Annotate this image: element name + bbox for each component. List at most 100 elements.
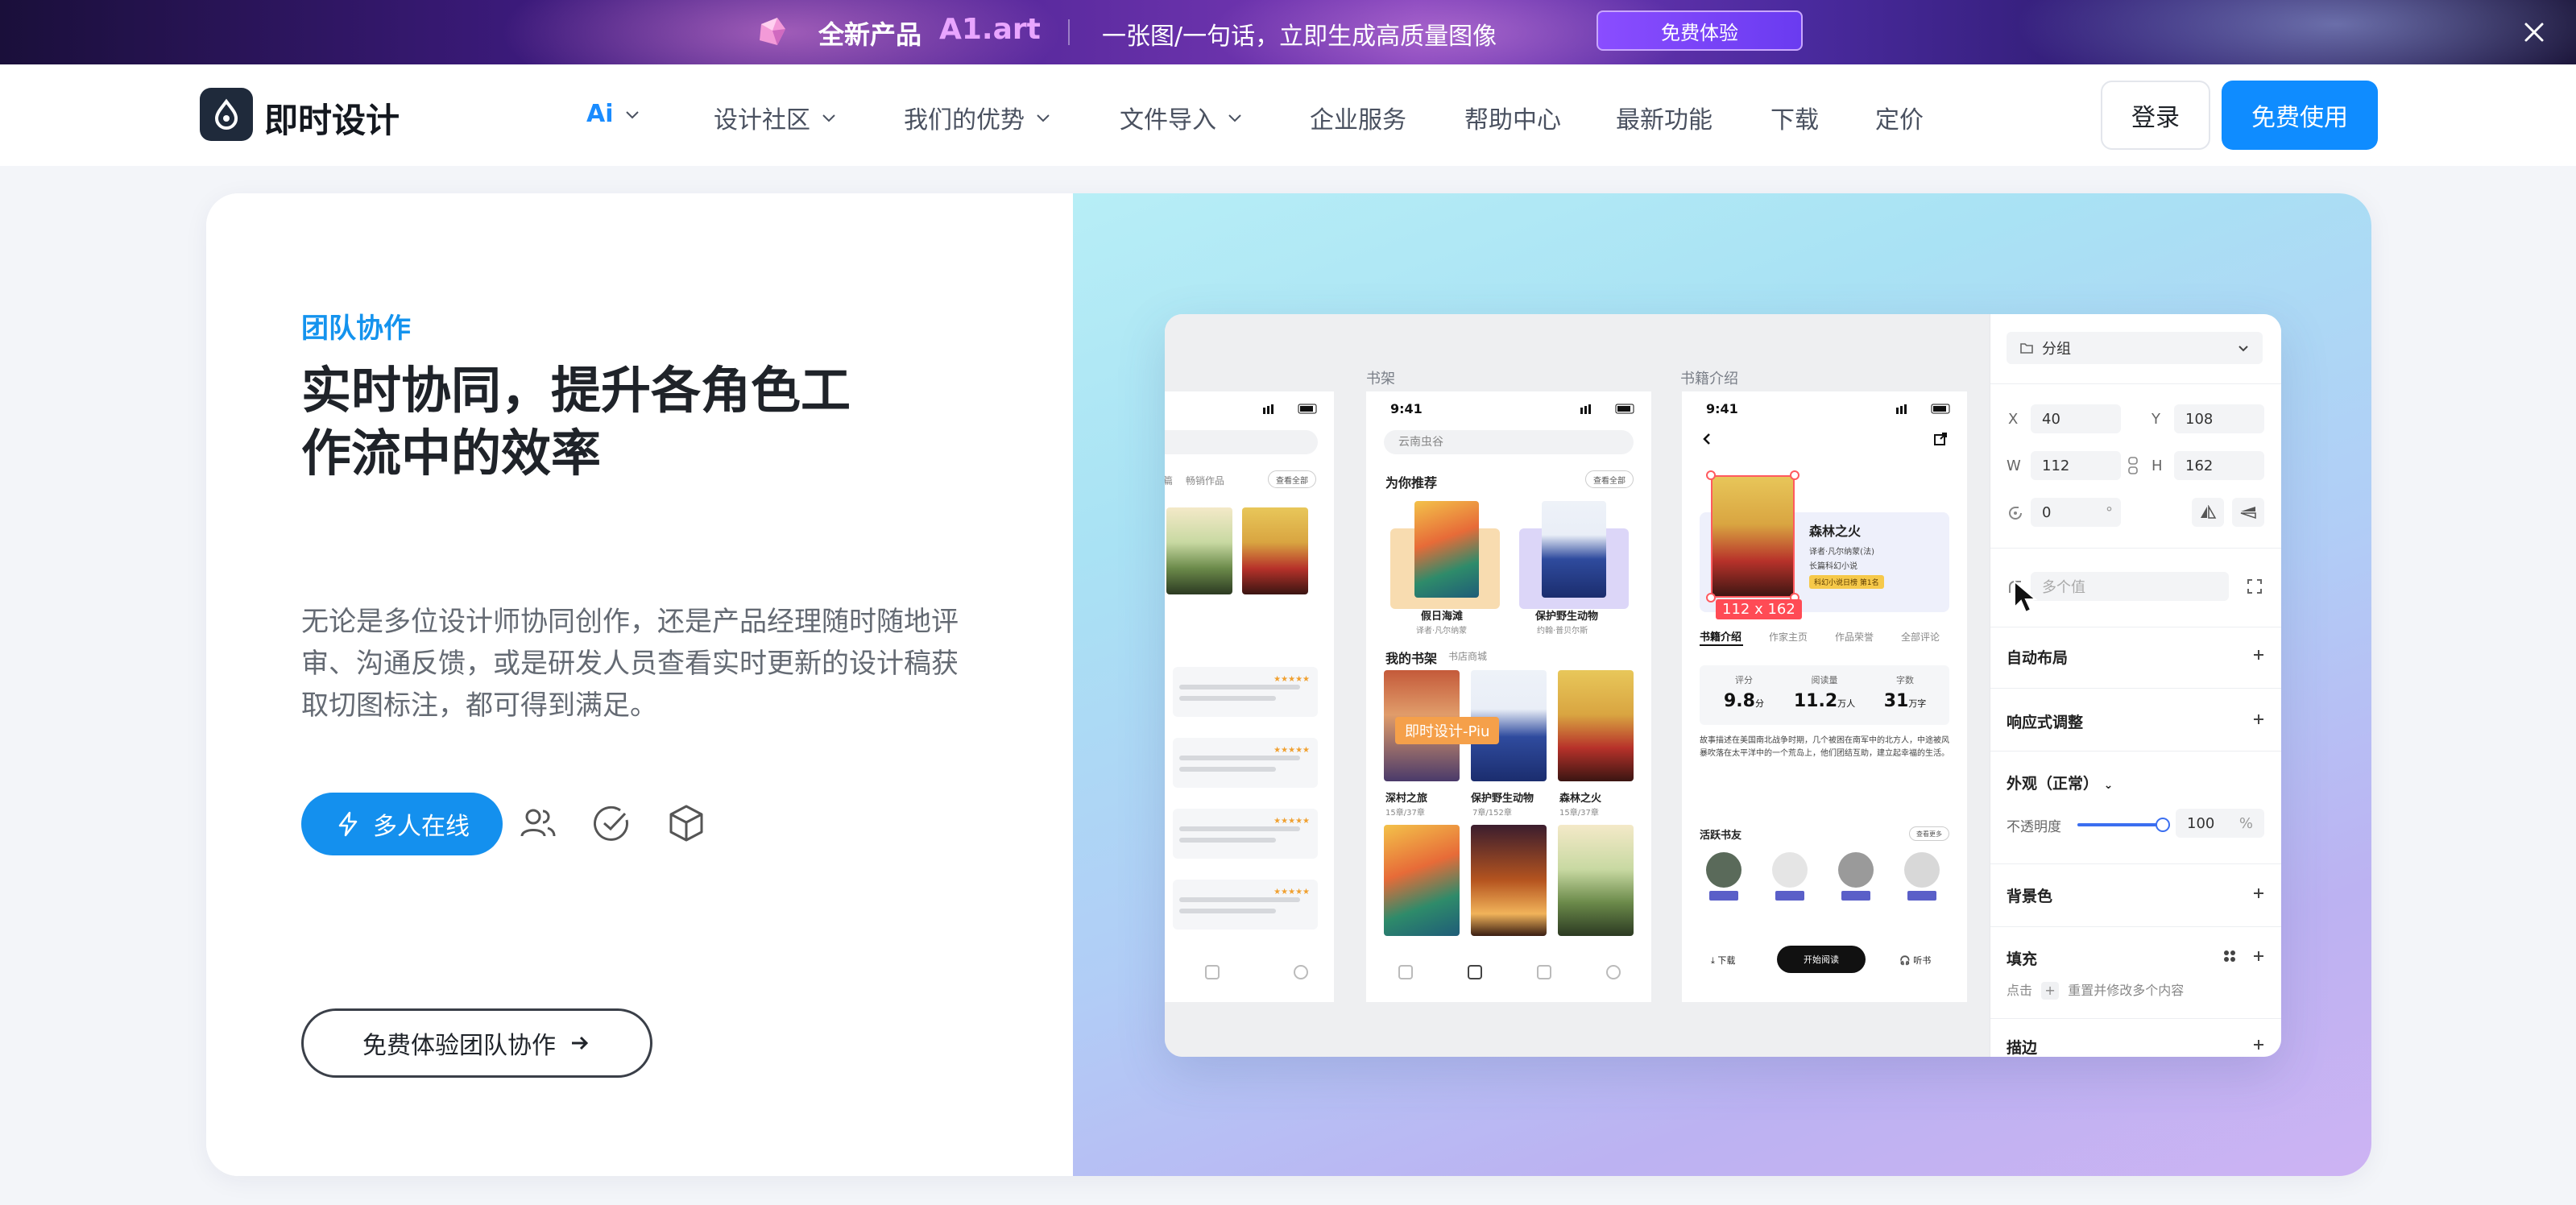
avatar-tag: [1841, 891, 1870, 901]
mouse-pointer-icon: [2014, 580, 2038, 614]
avatar[interactable]: [1904, 852, 1940, 888]
flip-horizontal-icon[interactable]: [2192, 498, 2224, 527]
nav-item-file-import[interactable]: 文件导入: [1120, 100, 1244, 135]
style-grid-icon[interactable]: [2222, 949, 2237, 963]
resize-handle[interactable]: [1706, 470, 1716, 480]
fill-hint: 点击 + 重置并修改多个内容: [2007, 982, 2185, 1000]
avatar[interactable]: [1838, 852, 1874, 888]
collaborator-cursor-label: 即时设计-Piu: [1395, 717, 1500, 744]
brand-name[interactable]: 即时设计: [264, 93, 400, 143]
independent-corners-icon[interactable]: [2247, 578, 2263, 594]
nav-item-ai[interactable]: Ai: [586, 100, 641, 128]
shelf-search-bar[interactable]: 云南虫谷: [1384, 430, 1634, 454]
login-button[interactable]: 登录: [2101, 81, 2210, 150]
nav-item-pricing[interactable]: 定价: [1875, 100, 1924, 135]
panel-divider: [1990, 383, 2281, 384]
avatar[interactable]: [1706, 852, 1741, 888]
nav-item-new-features[interactable]: 最新功能: [1616, 100, 1713, 135]
tab-profile-icon[interactable]: [1606, 965, 1621, 979]
resize-handle[interactable]: [1706, 593, 1716, 602]
nav-item-download[interactable]: 下载: [1770, 100, 1819, 135]
book-cover[interactable]: [1471, 825, 1547, 936]
users-icon[interactable]: [517, 802, 559, 844]
opacity-slider-handle[interactable]: [2156, 818, 2170, 832]
book-cover[interactable]: [1558, 670, 1634, 781]
left-search-bar[interactable]: [1165, 430, 1318, 454]
detail-tab-reviews[interactable]: 全部评论: [1901, 630, 1940, 644]
opacity-input[interactable]: 100%: [2176, 809, 2264, 838]
add-icon[interactable]: [2251, 648, 2266, 662]
promo-try-button[interactable]: 免费体验: [1597, 10, 1803, 51]
h-input[interactable]: 162: [2174, 451, 2264, 480]
corner-radius-input[interactable]: 多个值: [2031, 572, 2229, 601]
nav-item-advantages[interactable]: 我们的优势: [904, 100, 1052, 135]
promo-label: 全新产品: [818, 19, 922, 50]
readers-more-link[interactable]: 查看更多: [1909, 826, 1949, 841]
book-cover[interactable]: [1242, 507, 1308, 594]
team-collab-cta-button[interactable]: 免费体验团队协作: [301, 1008, 652, 1078]
detail-tab-honor[interactable]: 作品荣誉: [1835, 630, 1874, 644]
signal-battery-icon: [1896, 404, 1950, 414]
phone-frame-detail[interactable]: 9:41 112 x 162 森林之火 译者·凡尔纳蒙(法) 长篇科幻小说 科幻…: [1682, 391, 1967, 1002]
add-icon[interactable]: [2251, 1037, 2266, 1052]
tab-bookmark-icon[interactable]: [1537, 965, 1551, 979]
design-canvas[interactable]: 书架 书籍介绍 篇 畅销作品 查看全部 ★★★★★ ★★★★★ ★★★★★ ★★…: [1165, 314, 1990, 1057]
listen-button[interactable]: 🎧 听书: [1899, 954, 1931, 967]
nav-item-enterprise[interactable]: 企业服务: [1310, 100, 1406, 135]
stroke-section[interactable]: 描边: [2007, 1036, 2037, 1057]
detail-book-title: 森林之火: [1809, 524, 1862, 539]
see-all-link[interactable]: 查看全部: [1585, 470, 1634, 488]
rotation-input[interactable]: 0 °: [2031, 498, 2121, 527]
nav-item-help[interactable]: 帮助中心: [1464, 100, 1561, 135]
tab-bookshelf-icon[interactable]: [1398, 965, 1413, 979]
flip-vertical-icon[interactable]: [2232, 498, 2264, 527]
layer-type-select[interactable]: 分组: [2007, 332, 2263, 364]
promo-tagline: 一张图/一句话，立即生成高质量图像: [1102, 23, 1497, 51]
left-see-all[interactable]: 查看全部: [1268, 470, 1316, 488]
opacity-slider[interactable]: [2077, 818, 2170, 832]
auto-layout-section[interactable]: 自动布局: [2007, 646, 2068, 668]
nav-item-community[interactable]: 设计社区: [714, 100, 838, 135]
add-icon[interactable]: [2251, 712, 2266, 727]
tab-profile-icon[interactable]: [1294, 965, 1308, 979]
phone-frame-shelf[interactable]: 9:41 云南虫谷 为你推荐 查看全部 假日海滩 译者·凡尔纳蒙 保护野生动物 …: [1366, 391, 1651, 1002]
store-link[interactable]: 书店商城: [1448, 649, 1487, 663]
appearance-section[interactable]: 外观（正常） ⌄: [2007, 772, 2113, 793]
close-icon[interactable]: [2520, 18, 2549, 47]
fill-section[interactable]: 填充: [2007, 947, 2037, 969]
back-icon[interactable]: [1700, 432, 1714, 446]
tab-grid-icon[interactable]: [1468, 965, 1482, 979]
add-icon[interactable]: [2251, 949, 2266, 963]
book-cover[interactable]: [1414, 501, 1479, 598]
background-color-section[interactable]: 背景色: [2007, 884, 2052, 906]
add-icon[interactable]: [2251, 886, 2266, 901]
book-cover[interactable]: [1384, 825, 1460, 936]
multi-online-button[interactable]: 多人在线: [301, 793, 503, 855]
w-input[interactable]: 112: [2031, 451, 2121, 480]
y-input[interactable]: 108: [2174, 404, 2264, 433]
detail-author: 译者·凡尔纳蒙(法): [1809, 548, 1874, 557]
book-cover[interactable]: [1542, 501, 1606, 598]
x-input[interactable]: 40: [2031, 404, 2121, 433]
detail-tab-intro[interactable]: 书籍介绍: [1700, 628, 1741, 644]
detail-tab-author[interactable]: 作家主页: [1769, 630, 1808, 644]
download-button[interactable]: ⤓ 下载: [1711, 954, 1735, 967]
rec-book-sub: 约翰·普贝尔斯: [1537, 627, 1588, 636]
responsive-section[interactable]: 响应式调整: [2007, 710, 2083, 732]
brand-logo-icon[interactable]: [200, 88, 253, 141]
phone-frame-left[interactable]: 篇 畅销作品 查看全部 ★★★★★ ★★★★★ ★★★★★ ★★★★★: [1165, 391, 1334, 1002]
start-reading-button[interactable]: 开始阅读: [1777, 946, 1866, 973]
book-cover[interactable]: [1166, 507, 1232, 594]
resize-handle[interactable]: [1790, 470, 1799, 480]
free-use-button[interactable]: 免费使用: [2222, 81, 2378, 150]
book-cover[interactable]: [1558, 825, 1634, 936]
tab-bookshelf-icon[interactable]: [1205, 965, 1220, 979]
avatar[interactable]: [1772, 852, 1808, 888]
lock-ratio-icon[interactable]: [2127, 456, 2139, 475]
shelf-book-title: 森林之火: [1559, 793, 1602, 805]
promo-banner[interactable]: 全新产品 A1.art 一张图/一句话，立即生成高质量图像 免费体验: [0, 0, 2576, 64]
cube-icon[interactable]: [665, 802, 707, 844]
share-icon[interactable]: [1933, 432, 1948, 446]
opacity-label: 不透明度: [2007, 819, 2061, 835]
check-circle-icon[interactable]: [591, 802, 633, 844]
